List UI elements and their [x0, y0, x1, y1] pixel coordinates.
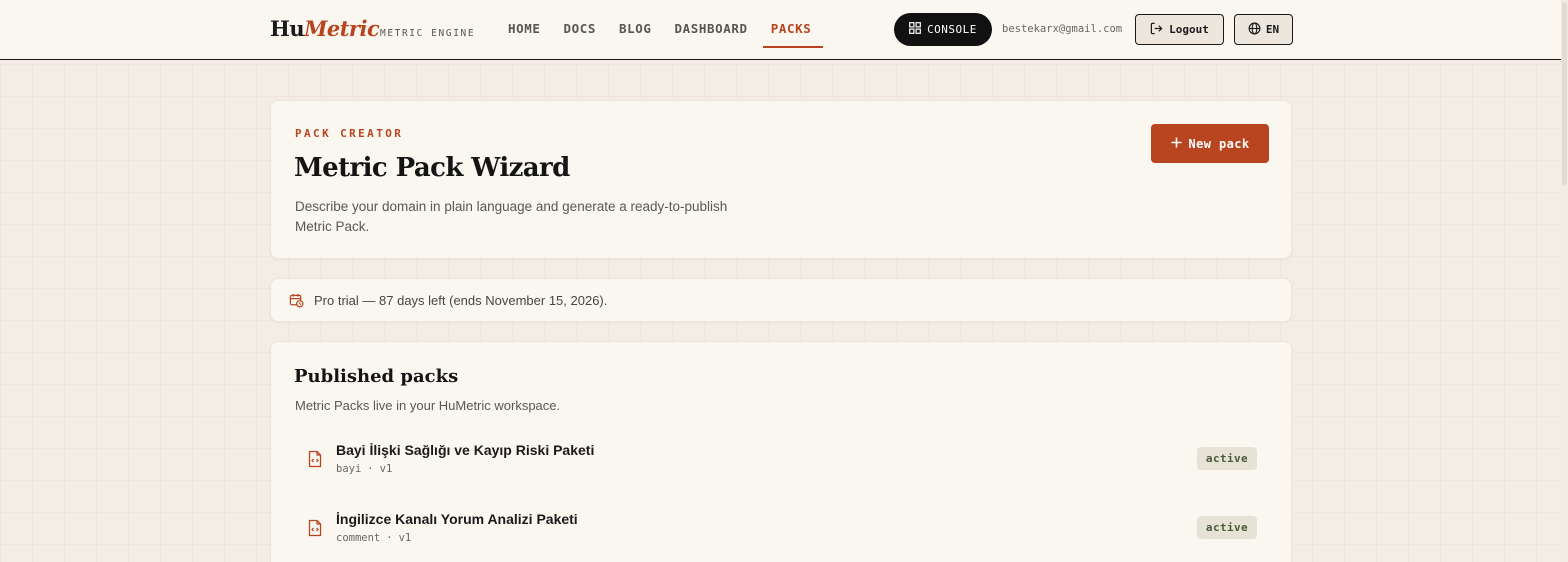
pack-slug: bayi	[336, 463, 362, 475]
user-email: bestekarx@gmail.com	[1002, 23, 1123, 35]
main-nav: HOME DOCS BLOG DASHBOARD PACKS	[508, 0, 834, 60]
trial-banner: Pro trial — 87 days left (ends November …	[270, 278, 1292, 322]
file-code-icon	[307, 450, 323, 473]
pack-list-item[interactable]: İngilizce Kanalı Yorum Analizi Paketi co…	[295, 511, 1269, 561]
calendar-clock-icon	[289, 293, 304, 313]
logo[interactable]: HuMetric	[270, 16, 380, 41]
trial-text: Pro trial — 87 days left (ends November …	[314, 293, 608, 308]
logout-icon	[1150, 22, 1163, 38]
scrollbar-thumb[interactable]	[1562, 2, 1567, 185]
pack-version: v1	[379, 463, 393, 475]
nav-blog[interactable]: BLOG	[619, 0, 652, 48]
pack-creator-card: PACK CREATOR Metric Pack Wizard Describe…	[270, 100, 1292, 259]
section-description: Metric Packs live in your HuMetric works…	[295, 398, 561, 413]
pack-version: v1	[398, 532, 412, 544]
page-description: Describe your domain in plain language a…	[295, 199, 728, 234]
top-navbar: HuMetric METRIC ENGINE HOME DOCS BLOG DA…	[0, 0, 1561, 60]
language-label: EN	[1265, 23, 1280, 36]
grid-icon	[909, 22, 921, 37]
pack-meta: comment · v1	[336, 532, 412, 544]
published-packs-card: Published packs Metric Packs live in you…	[270, 341, 1292, 562]
logo-subtitle: METRIC ENGINE	[380, 28, 476, 39]
section-title: Published packs	[294, 366, 459, 387]
pack-slug: comment	[336, 532, 381, 544]
nav-home[interactable]: HOME	[508, 0, 541, 48]
eyebrow-label: PACK CREATOR	[295, 127, 404, 140]
logo-hu: Hu	[270, 16, 305, 41]
logout-button[interactable]: Logout	[1135, 14, 1224, 45]
language-button[interactable]: EN	[1234, 14, 1293, 45]
status-badge: active	[1197, 516, 1257, 539]
page-title: Metric Pack Wizard	[294, 153, 570, 183]
console-label: CONSOLE	[927, 23, 977, 36]
globe-icon	[1248, 22, 1261, 38]
nav-packs[interactable]: PACKS	[762, 0, 823, 48]
nav-dashboard[interactable]: DASHBOARD	[675, 0, 748, 48]
file-code-icon	[307, 519, 323, 542]
page-scrollbar[interactable]	[1561, 0, 1568, 562]
logout-label: Logout	[1169, 23, 1209, 36]
pack-list-item[interactable]: Bayi İlişki Sağlığı ve Kayıp Riski Paket…	[295, 442, 1269, 492]
pack-name[interactable]: Bayi İlişki Sağlığı ve Kayıp Riski Paket…	[336, 442, 594, 458]
plus-icon	[1171, 137, 1182, 151]
pack-meta: bayi · v1	[336, 463, 393, 475]
nav-docs[interactable]: DOCS	[564, 0, 597, 48]
new-pack-button[interactable]: New pack	[1151, 124, 1269, 163]
new-pack-label: New pack	[1188, 136, 1250, 151]
pack-name[interactable]: İngilizce Kanalı Yorum Analizi Paketi	[336, 511, 578, 527]
status-badge: active	[1197, 447, 1257, 470]
console-button[interactable]: CONSOLE	[894, 13, 992, 46]
logo-metric: Metric	[304, 16, 380, 41]
